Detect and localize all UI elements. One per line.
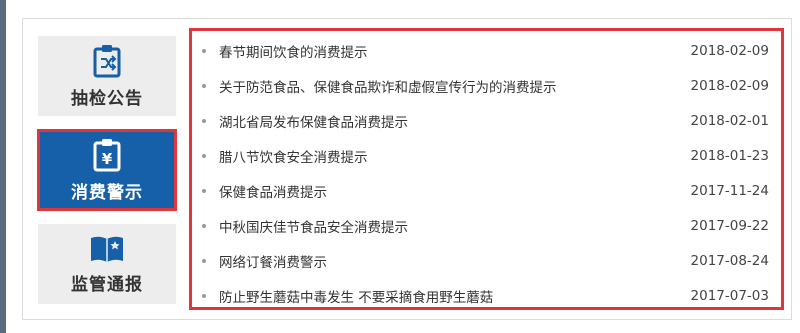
window-edge [0,0,6,333]
news-item[interactable]: 网络订餐消费警示 2017-08-24 [202,243,769,278]
news-title[interactable]: 中秋国庆佳节食品安全消费提示 [219,216,408,236]
bullet-icon [202,258,206,263]
news-item[interactable]: 保健食品消费提示 2017-11-24 [202,173,769,208]
news-title[interactable]: 关于防范食品、保健食品欺诈和虚假宣传行为的消费提示 [219,76,557,96]
news-date: 2018-02-09 [690,77,769,94]
news-title[interactable]: 腊八节饮食安全消费提示 [219,146,368,166]
news-date: 2017-08-24 [690,252,769,269]
news-title[interactable]: 网络订餐消费警示 [219,251,327,271]
tab-label: 监管通报 [71,274,143,295]
open-book-star-icon [89,234,125,264]
news-item[interactable]: 湖北省局发布保健食品消费提示 2018-02-01 [202,103,769,138]
tab-regulatory-report[interactable]: 监管通报 [38,224,176,304]
bullet-icon [202,223,206,228]
news-item[interactable]: 腊八节饮食安全消费提示 2018-01-23 [202,138,769,173]
clipboard-shuffle-icon [92,44,122,78]
bullet-icon [202,48,206,53]
tab-label: 消费警示 [71,182,143,203]
news-date: 2017-11-24 [690,182,769,199]
news-date: 2018-01-23 [690,147,769,164]
news-date: 2017-09-22 [690,217,769,234]
news-title[interactable]: 湖北省局发布保健食品消费提示 [219,111,408,131]
news-date: 2018-02-09 [690,42,769,59]
news-date: 2018-02-01 [690,112,769,129]
news-item[interactable]: 关于防范食品、保健食品欺诈和虚假宣传行为的消费提示 2018-02-09 [202,68,769,103]
bullet-icon [202,153,206,158]
bullet-icon [202,118,206,123]
news-list-panel: 春节期间饮食的消费提示 2018-02-09 关于防范食品、保健食品欺诈和虚假宣… [189,28,784,310]
svg-text:¥: ¥ [102,150,113,168]
bullet-icon [202,83,206,88]
tab-inspection-notice[interactable]: 抽检公告 [38,36,176,116]
news-date: 2017-07-03 [690,287,769,304]
tab-consumer-warning[interactable]: ¥ 消费警示 [37,129,177,211]
news-list: 春节期间饮食的消费提示 2018-02-09 关于防范食品、保健食品欺诈和虚假宣… [192,31,781,313]
news-title[interactable]: 防止野生蘑菇中毒发生 不要采摘食用野生蘑菇 [219,286,493,306]
news-item[interactable]: 防止野生蘑菇中毒发生 不要采摘食用野生蘑菇 2017-07-03 [202,278,769,313]
clipboard-yen-icon: ¥ [92,138,122,172]
news-title[interactable]: 春节期间饮食的消费提示 [219,41,368,61]
news-item[interactable]: 春节期间饮食的消费提示 2018-02-09 [202,33,769,68]
news-item[interactable]: 中秋国庆佳节食品安全消费提示 2017-09-22 [202,208,769,243]
bullet-icon [202,293,206,298]
bullet-icon [202,188,206,193]
news-title[interactable]: 保健食品消费提示 [219,181,327,201]
tab-label: 抽检公告 [71,88,143,109]
